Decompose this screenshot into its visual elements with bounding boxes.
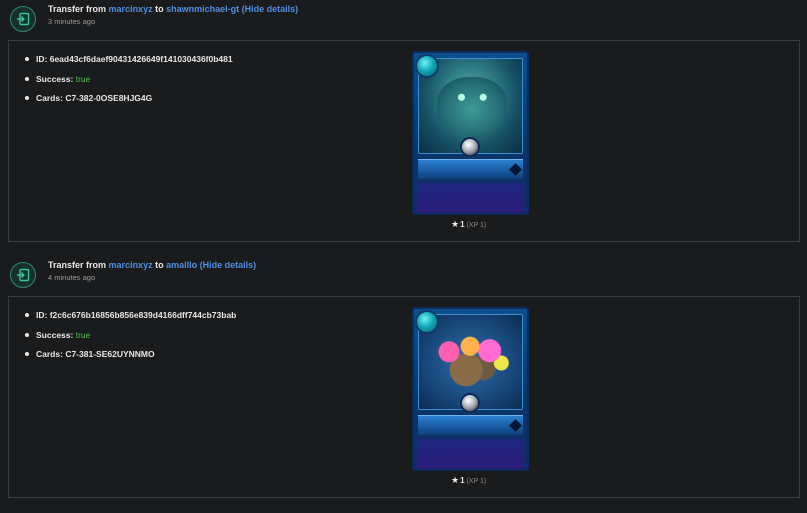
card-level: 1	[460, 476, 465, 485]
transfer-arrow-icon	[10, 262, 36, 288]
transfer-title: Transfer from marcinxyz to amaillo (Hide…	[48, 260, 256, 270]
hide-details-link[interactable]: Hide details	[245, 4, 296, 14]
success-value: true	[75, 329, 91, 340]
paren-close: )	[295, 4, 299, 14]
paren-close: )	[253, 260, 257, 270]
to-user-link[interactable]: amaillo	[166, 260, 197, 270]
cards-label: Cards:	[36, 93, 63, 103]
id-label: ID:	[36, 54, 48, 64]
title-prefix: Transfer from	[48, 260, 107, 270]
transfer-time: 3 minutes ago	[48, 17, 96, 26]
id-label: ID:	[36, 310, 48, 320]
card-image[interactable]	[412, 51, 529, 215]
cards-label: Cards:	[36, 349, 63, 359]
cards-row: Cards: C7-381-SE62UYNNMO	[24, 348, 236, 368]
transfer-details-panel: ID: 6ead43cf6daef90431426649f141030436f0…	[8, 40, 800, 242]
cards-row: Cards: C7-382-0OSE8HJG4G	[24, 92, 233, 112]
mana-gem-icon	[415, 310, 439, 334]
id-row: ID: 6ead43cf6daef90431426649f141030436f0…	[24, 53, 233, 73]
id-row: ID: f2c6c676b16856b856e839d4166dff744cb7…	[24, 309, 236, 329]
success-row: Success: true	[24, 329, 236, 349]
card-stats-area	[418, 183, 523, 213]
transfer-details-panel: ID: f2c6c676b16856b856e839d4166dff744cb7…	[8, 296, 800, 498]
star-icon: ★	[451, 219, 460, 229]
card-stats-area	[418, 439, 523, 469]
transfer-info-list: ID: f2c6c676b16856b856e839d4166dff744cb7…	[24, 309, 236, 368]
from-user-link[interactable]: marcinxyz	[109, 260, 153, 270]
star-icon: ★	[451, 475, 460, 485]
hide-details-link[interactable]: Hide details	[203, 260, 254, 270]
title-to-word: to	[155, 260, 164, 270]
title-to-word: to	[155, 4, 164, 14]
transfer-entry-header: Transfer from marcinxyz to amaillo (Hide…	[8, 258, 798, 294]
transfer-title: Transfer from marcinxyz to shawnmichael-…	[48, 4, 298, 14]
card-level-rating: ★1 (XP 1)	[451, 219, 486, 230]
success-row: Success: true	[24, 73, 233, 93]
id-value: 6ead43cf6daef90431426649f141030436f0b481	[49, 54, 233, 64]
title-prefix: Transfer from	[48, 4, 107, 14]
card-xp: (XP 1)	[466, 222, 487, 229]
hide-details-toggle[interactable]: (Hide details)	[242, 4, 299, 14]
transfer-info-list: ID: 6ead43cf6daef90431426649f141030436f0…	[24, 53, 233, 112]
cards-value: C7-381-SE62UYNNMO	[65, 349, 155, 359]
transfer-feed: Transfer from marcinxyz to shawnmichael-…	[0, 0, 807, 513]
card-orb-icon	[460, 393, 480, 413]
card-name-banner	[418, 415, 523, 435]
card-image[interactable]	[412, 307, 529, 471]
hide-details-toggle[interactable]: (Hide details)	[200, 260, 257, 270]
cards-value: C7-382-0OSE8HJG4G	[65, 93, 153, 103]
from-user-link[interactable]: marcinxyz	[109, 4, 153, 14]
id-value: f2c6c676b16856b856e839d4166dff744cb73bab	[49, 310, 237, 320]
transfer-time: 4 minutes ago	[48, 273, 96, 282]
to-user-link[interactable]: shawnmichael-gt	[166, 4, 239, 14]
success-value: true	[75, 73, 91, 84]
transfer-entry-header: Transfer from marcinxyz to shawnmichael-…	[8, 2, 798, 38]
card-level: 1	[460, 220, 465, 229]
card-orb-icon	[460, 137, 480, 157]
mana-gem-icon	[415, 54, 439, 78]
success-label: Success:	[36, 329, 74, 340]
success-label: Success:	[36, 73, 74, 84]
card-name-banner	[418, 159, 523, 179]
card-xp: (XP 1)	[466, 478, 487, 485]
card-level-rating: ★1 (XP 1)	[451, 475, 486, 486]
transfer-arrow-icon	[10, 6, 36, 32]
